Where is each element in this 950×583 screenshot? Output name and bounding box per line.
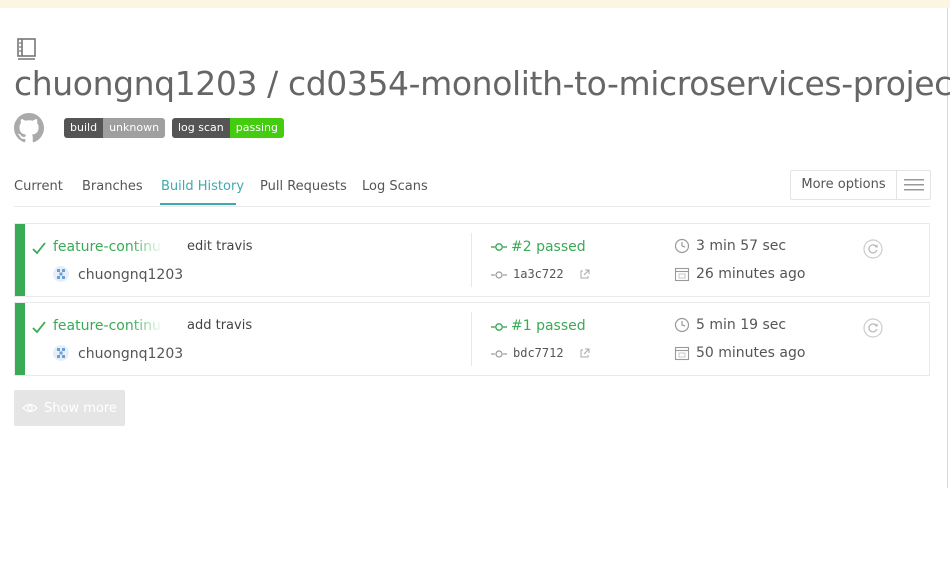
clock-icon [674,317,690,333]
commit-author: chuongnq1203 [78,267,184,283]
github-icon[interactable] [14,113,44,143]
badge-value: passing [229,118,284,138]
divider [471,312,472,366]
tab-current[interactable]: Current [14,179,63,194]
commit-icon [491,271,507,279]
restart-icon[interactable] [863,318,883,338]
show-more-label: Show more [44,400,117,416]
avatar [53,345,69,361]
tab-log-scans[interactable]: Log Scans [362,179,428,194]
eye-icon [22,403,38,413]
external-link-icon[interactable] [579,269,590,280]
calendar-icon [674,346,690,361]
build-number[interactable]: #2 passed [511,239,586,255]
check-icon [32,242,46,255]
status-bar [15,303,25,375]
tab-pull-requests[interactable]: Pull Requests [260,179,347,194]
external-link-icon[interactable] [579,348,590,359]
repository-icon [17,38,36,60]
tab-build-history[interactable]: Build History [161,179,244,194]
hamburger-icon[interactable] [897,171,930,199]
commit-icon [491,350,507,358]
clock-icon [674,238,690,254]
more-options-button[interactable]: More options [790,170,931,200]
more-options-label: More options [791,171,897,199]
build-number[interactable]: #1 passed [511,318,586,334]
divider [471,233,472,287]
branch-name[interactable]: feature-continuous [53,239,163,255]
build-commit-icon [491,323,507,331]
active-tab-indicator [160,203,236,205]
build-status-badge[interactable]: build unknown [64,118,166,138]
show-more-button[interactable]: Show more [14,390,125,426]
branch-name[interactable]: feature-continuous [53,318,163,334]
calendar-icon [674,267,690,282]
check-icon [32,321,46,334]
build-row[interactable]: feature-continuous edit travis chuongnq1… [14,223,930,297]
tab-branches[interactable]: Branches [82,179,143,194]
commit-author: chuongnq1203 [78,346,184,362]
notification-strip [0,0,950,8]
badge-value: unknown [103,118,166,138]
finished-time: 50 minutes ago [696,345,806,361]
finished-time: 26 minutes ago [696,266,806,282]
build-commit-icon [491,243,507,251]
repo-title: chuongnq1203 / cd0354-monolith-to-micros… [14,64,950,103]
badge-label: build [64,118,104,138]
avatar [53,266,69,282]
commit-message: edit travis [187,239,253,254]
log-scan-badge[interactable]: log scan passing [172,118,284,138]
build-duration: 3 min 57 sec [696,238,787,254]
badge-label: log scan [172,118,230,138]
commit-sha[interactable]: bdc7712 [513,346,564,360]
restart-icon[interactable] [863,239,883,259]
status-bar [15,224,25,296]
commit-message: add travis [187,318,253,333]
build-row[interactable]: feature-continuous add travis chuongnq12… [14,302,930,376]
build-duration: 5 min 19 sec [696,317,787,333]
commit-sha[interactable]: 1a3c722 [513,267,564,281]
